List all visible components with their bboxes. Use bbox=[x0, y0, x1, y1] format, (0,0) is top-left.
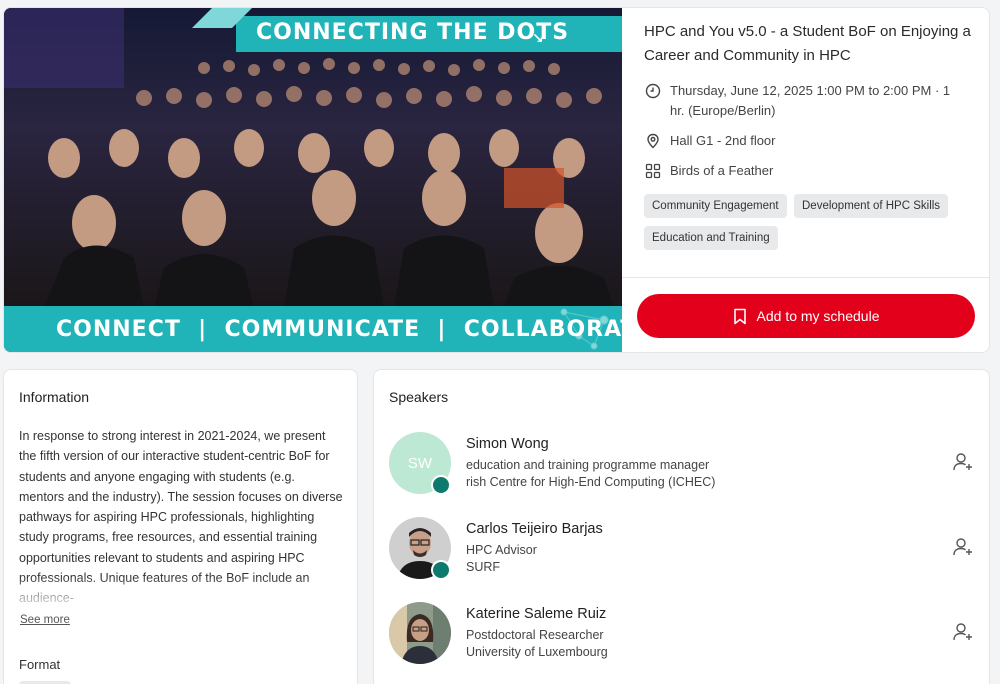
speaker-organization: rish Centre for High-End Computing (ICHE… bbox=[466, 475, 716, 489]
speaker-name[interactable]: Katerine Saleme Ruiz bbox=[466, 606, 606, 622]
session-datetime: Thursday, June 12, 2025 1:00 PM to 2:00 … bbox=[644, 81, 964, 121]
datetime-text: Thursday, June 12, 2025 1:00 PM to 2:00 … bbox=[670, 83, 951, 118]
speakers-title: Speakers bbox=[389, 389, 449, 405]
add-contact-icon[interactable] bbox=[952, 451, 974, 473]
speaker-photo bbox=[389, 602, 451, 664]
speaker-item[interactable]: Katerine Saleme Ruiz Postdoctoral Resear… bbox=[389, 602, 979, 666]
speaker-item[interactable]: SW Simon Wong education and training pro… bbox=[389, 432, 979, 496]
speaker-organization: University of Luxembourg bbox=[466, 645, 608, 659]
speaker-name[interactable]: Simon Wong bbox=[466, 436, 549, 452]
avatar bbox=[389, 602, 451, 664]
speakers-card: Speakers SW Simon Wong education and tra… bbox=[373, 369, 990, 684]
session-details: HPC and You v5.0 - a Student BoF on Enjo… bbox=[622, 8, 989, 352]
speaker-name[interactable]: Carlos Teijeiro Barjas bbox=[466, 521, 603, 537]
session-title: HPC and You v5.0 - a Student BoF on Enjo… bbox=[644, 23, 971, 64]
see-more-link[interactable]: See more bbox=[20, 614, 70, 626]
speaker-organization: SURF bbox=[466, 560, 501, 574]
tag-chip[interactable]: Community Engagement bbox=[644, 194, 787, 218]
add-to-schedule-button[interactable]: Add to my schedule bbox=[637, 294, 975, 338]
speaker-item[interactable]: Carlos Teijeiro Barjas HPC Advisor SURF bbox=[389, 517, 979, 581]
speaker-role: education and training programme manager bbox=[466, 458, 710, 472]
online-status-badge bbox=[431, 560, 451, 580]
format-title: Format bbox=[19, 657, 61, 672]
session-location: Hall G1 - 2nd floor bbox=[644, 131, 964, 151]
information-title: Information bbox=[19, 389, 90, 405]
divider bbox=[622, 277, 989, 278]
add-contact-icon[interactable] bbox=[952, 621, 974, 643]
clock-icon bbox=[645, 83, 661, 99]
audience-photo bbox=[4, 8, 622, 308]
banner-arrow-icon: ↘ bbox=[532, 30, 544, 46]
session-header-card: CONNECTING THE DOTS ↘ CONNECT | COMMUNIC… bbox=[3, 7, 990, 353]
session-type: Birds of a Feather bbox=[644, 161, 964, 181]
speaker-role: HPC Advisor bbox=[466, 543, 537, 557]
tag-chip[interactable]: Development of HPC Skills bbox=[794, 194, 949, 218]
add-to-schedule-label: Add to my schedule bbox=[756, 308, 880, 324]
banner-bottom-text: CONNECT | COMMUNICATE | COLLABORATE bbox=[56, 317, 622, 342]
location-pin-icon bbox=[647, 133, 659, 149]
online-status-badge bbox=[431, 475, 451, 495]
speaker-role: Postdoctoral Researcher bbox=[466, 628, 604, 642]
text-fade-overlay bbox=[4, 576, 357, 612]
banner-top-text: CONNECTING THE DOTS bbox=[256, 20, 570, 45]
location-text: Hall G1 - 2nd floor bbox=[670, 133, 776, 148]
event-banner-image: CONNECTING THE DOTS ↘ CONNECT | COMMUNIC… bbox=[4, 8, 622, 352]
add-contact-icon[interactable] bbox=[952, 536, 974, 558]
tag-chip[interactable]: Education and Training bbox=[644, 226, 778, 250]
session-type-text: Birds of a Feather bbox=[670, 163, 774, 178]
grid-icon bbox=[645, 163, 661, 179]
information-card: Information In response to strong intere… bbox=[3, 369, 358, 684]
bookmark-icon bbox=[733, 308, 746, 324]
